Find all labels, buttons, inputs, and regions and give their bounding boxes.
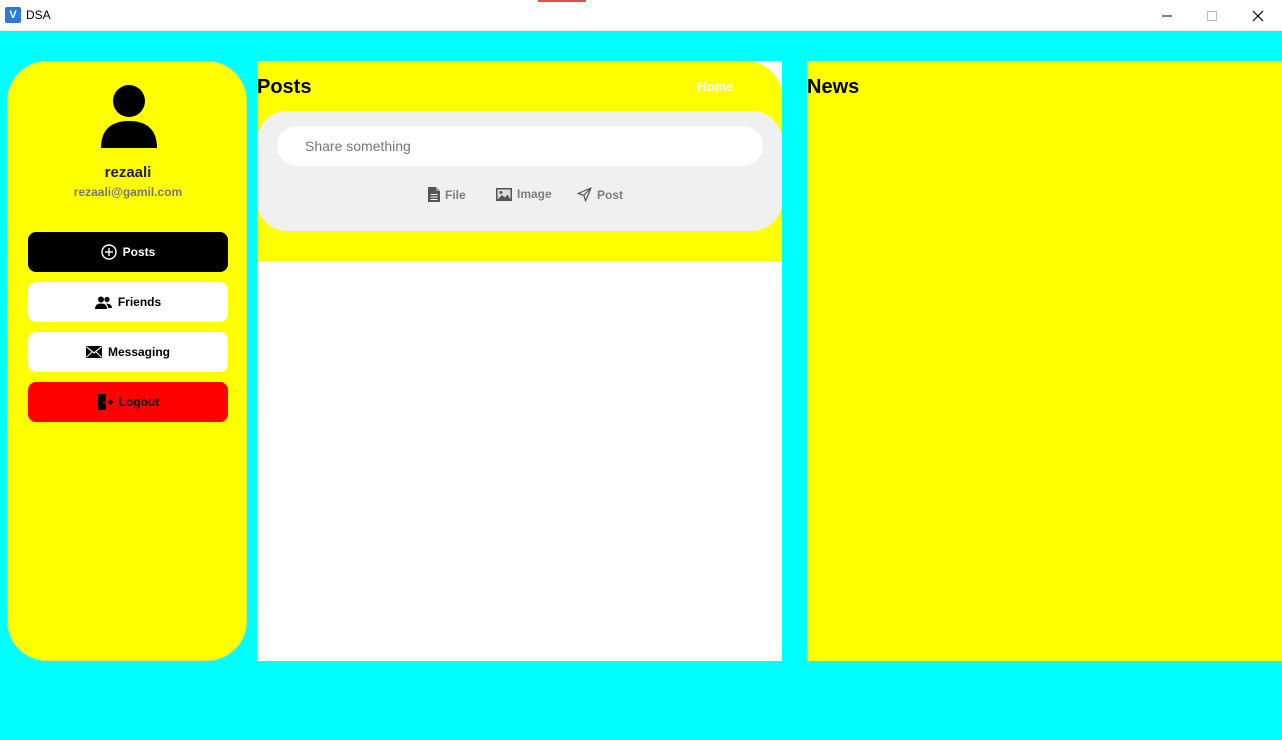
attach-image-button[interactable]: Image — [496, 187, 552, 201]
post-label: Post — [597, 187, 624, 202]
sidebar: rezaali rezaali@gamil.com Posts Friends … — [7, 61, 247, 661]
maximize-button[interactable] — [1189, 0, 1235, 31]
user-avatar-icon — [101, 85, 157, 148]
file-icon — [428, 187, 440, 202]
nav-friends-label: Friends — [117, 295, 162, 309]
envelope-icon — [85, 346, 102, 358]
users-icon — [94, 296, 112, 309]
plus-circle-icon — [100, 244, 117, 260]
attach-file-button[interactable]: File — [428, 187, 466, 202]
maximize-icon — [1207, 10, 1217, 21]
posts-title: Posts — [257, 76, 312, 98]
nav-logout-button[interactable]: Logout — [28, 382, 228, 422]
titlebar-accent — [538, 0, 586, 2]
window-title: DSA — [26, 8, 51, 22]
nav-posts-button[interactable]: Posts — [28, 232, 228, 272]
minimize-button[interactable] — [1144, 0, 1190, 31]
user-email: rezaali@gamil.com — [73, 185, 183, 199]
image-icon — [496, 187, 512, 201]
nav-friends-button[interactable]: Friends — [28, 282, 228, 322]
nav-messaging-label: Messaging — [107, 345, 170, 359]
post-composer: File Image Post — [257, 111, 782, 231]
file-label: File — [445, 187, 466, 202]
close-button[interactable] — [1235, 0, 1281, 31]
nav-logout-label: Logout — [118, 395, 160, 409]
home-link[interactable]: Home — [697, 79, 733, 94]
posts-header: Posts Home File — [257, 61, 782, 261]
close-icon — [1252, 10, 1264, 21]
posts-panel: Posts Home File — [257, 61, 782, 661]
app-icon: V — [5, 7, 21, 23]
news-panel: News — [807, 61, 1282, 661]
send-icon — [577, 187, 592, 202]
logout-door-icon — [97, 394, 113, 410]
submit-post-button[interactable]: Post — [577, 187, 623, 202]
nav-messaging-button[interactable]: Messaging — [28, 332, 228, 372]
share-input[interactable] — [277, 126, 763, 166]
window-titlebar: V DSA — [0, 0, 1282, 31]
user-name: rezaali — [104, 164, 152, 181]
minimize-icon — [1162, 15, 1172, 16]
news-title: News — [807, 76, 860, 98]
image-label: Image — [517, 187, 552, 201]
nav-posts-label: Posts — [122, 245, 156, 259]
